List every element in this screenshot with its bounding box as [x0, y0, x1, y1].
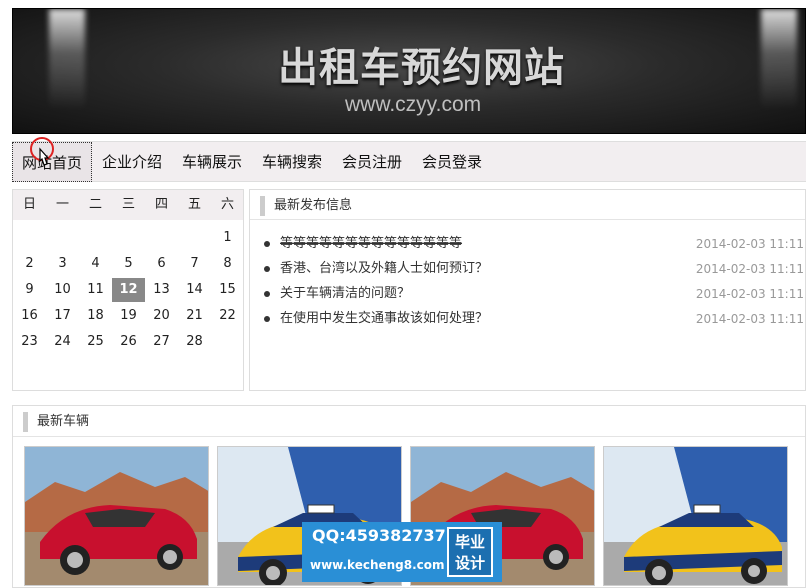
- calendar-day[interactable]: 16: [13, 304, 46, 328]
- calendar-day[interactable]: 25: [79, 330, 112, 354]
- calendar-day[interactable]: 8: [211, 252, 244, 276]
- calendar-day[interactable]: 18: [79, 304, 112, 328]
- taxi-image: [604, 447, 787, 585]
- bullet-icon: [264, 291, 270, 297]
- calendar-day[interactable]: 4: [79, 252, 112, 276]
- news-item: 香港、台湾以及外籍人士如何预订？ 2014-02-03 11:11: [264, 257, 804, 281]
- weekday-tue: 二: [88, 197, 102, 212]
- bullet-icon: [264, 316, 270, 322]
- vehicle-thumbnail-red-sedan[interactable]: [24, 446, 209, 586]
- spotlight-left: [49, 9, 85, 133]
- calendar-day-today[interactable]: 12: [112, 278, 145, 302]
- weekday-sun: 日: [22, 197, 36, 212]
- calendar-day[interactable]: 23: [13, 330, 46, 354]
- calendar-day[interactable]: 19: [112, 304, 145, 328]
- watermark-badge-line2: 设计: [454, 554, 485, 572]
- latest-divider: [13, 436, 805, 437]
- site-url: www.czyy.com: [345, 93, 482, 116]
- news-item: 在使用中发生交通事故该如何处理？ 2014-02-03 11:11: [264, 307, 804, 331]
- latest-vehicles-title: 最新车辆: [23, 412, 89, 432]
- bullet-icon: [264, 266, 270, 272]
- calendar-day[interactable]: 1: [211, 226, 244, 250]
- news-item-date: 2014-02-03 11:11: [695, 262, 804, 276]
- calendar-day[interactable]: 2: [13, 252, 46, 276]
- calendar-day[interactable]: 3: [46, 252, 79, 276]
- weekday-thu: 四: [154, 197, 168, 212]
- news-item: 等等等等等等等等等等等等等等 2014-02-03 11:11: [264, 232, 804, 256]
- bullet-icon: [264, 241, 270, 247]
- calendar-day[interactable]: 10: [46, 278, 79, 302]
- calendar-day[interactable]: 6: [145, 252, 178, 276]
- site-banner: 出租车预约网站 www.czyy.com: [12, 8, 806, 134]
- main-nav: 网站首页 企业介绍 车辆展示 车辆搜索 会员注册 会员登录: [12, 141, 806, 182]
- news-divider: [250, 219, 805, 220]
- news-panel: 最新发布信息 等等等等等等等等等等等等等等 2014-02-03 11:11 香…: [249, 189, 806, 391]
- calendar-day[interactable]: 9: [13, 278, 46, 302]
- nav-item-company[interactable]: 企业介绍: [102, 142, 162, 182]
- weekday-wed: 三: [121, 197, 135, 212]
- watermark-badge: 毕业 设计: [447, 527, 493, 577]
- calendar-day[interactable]: 5: [112, 252, 145, 276]
- calendar: 日 一 二 三 四 五 六 1 2 3 4 5 6 7 8 9 10 11 12 13 14 15 16 17 1…: [12, 189, 244, 391]
- weekday-fri: 五: [187, 197, 201, 212]
- nav-item-vehicles[interactable]: 车辆展示: [182, 142, 242, 182]
- calendar-day[interactable]: 21: [178, 304, 211, 328]
- calendar-day[interactable]: 7: [178, 252, 211, 276]
- vehicle-thumbnail-taxi[interactable]: [603, 446, 788, 586]
- news-item-link[interactable]: 香港、台湾以及外籍人士如何预订？: [280, 257, 488, 281]
- calendar-weekday-header: 日 一 二 三 四 五 六: [13, 190, 243, 220]
- nav-item-home[interactable]: 网站首页: [12, 142, 93, 182]
- calendar-day[interactable]: 17: [46, 304, 79, 328]
- news-item-date: 2014-02-03 11:11: [695, 312, 804, 326]
- watermark-overlay: QQ:459382737 www.kecheng8.com 毕业 设计: [302, 522, 502, 582]
- calendar-day[interactable]: 22: [211, 304, 244, 328]
- spotlight-right: [761, 9, 797, 133]
- weekday-mon: 一: [55, 197, 69, 212]
- site-title: 出租车预约网站: [278, 45, 565, 91]
- nav-item-login[interactable]: 会员登录: [422, 142, 482, 182]
- red-sedan-image: [25, 447, 208, 585]
- calendar-day[interactable]: 28: [178, 330, 211, 354]
- news-item-date: 2014-02-03 11:11: [695, 287, 804, 301]
- calendar-day[interactable]: 27: [145, 330, 178, 354]
- news-item-date: 2014-02-03 11:11: [695, 237, 804, 251]
- calendar-day[interactable]: 13: [145, 278, 178, 302]
- news-item: 关于车辆清洁的问题？ 2014-02-03 11:11: [264, 282, 804, 306]
- watermark-qq: QQ:459382737: [312, 526, 446, 545]
- watermark-badge-line1: 毕业: [454, 533, 485, 551]
- news-item-link[interactable]: 在使用中发生交通事故该如何处理？: [280, 307, 488, 331]
- news-item-link[interactable]: 关于车辆清洁的问题？: [280, 282, 410, 306]
- calendar-day[interactable]: 24: [46, 330, 79, 354]
- watermark-site: www.kecheng8.com: [310, 558, 445, 572]
- nav-item-search[interactable]: 车辆搜索: [262, 142, 322, 182]
- calendar-day[interactable]: 15: [211, 278, 244, 302]
- news-panel-title: 最新发布信息: [260, 196, 352, 216]
- calendar-day[interactable]: 11: [79, 278, 112, 302]
- calendar-day[interactable]: 26: [112, 330, 145, 354]
- weekday-sat: 六: [220, 197, 234, 212]
- nav-item-register[interactable]: 会员注册: [342, 142, 402, 182]
- news-item-link[interactable]: 等等等等等等等等等等等等等等: [280, 232, 462, 256]
- calendar-day[interactable]: 14: [178, 278, 211, 302]
- calendar-day[interactable]: 20: [145, 304, 178, 328]
